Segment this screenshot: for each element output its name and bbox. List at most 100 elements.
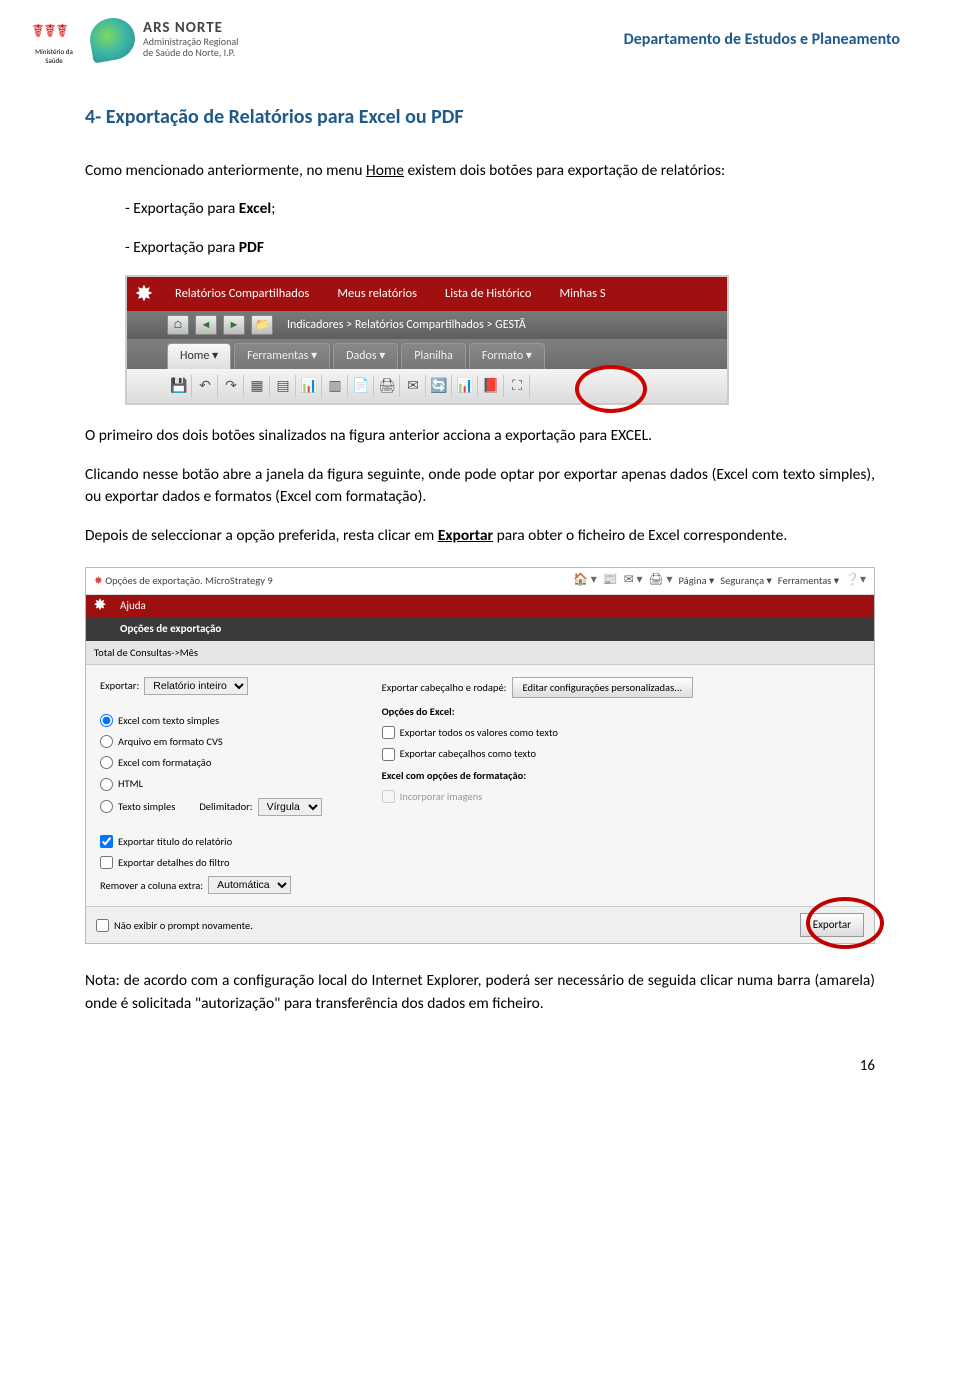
tab-formato[interactable]: Formato ▾ <box>469 343 545 369</box>
ie-mail-icon[interactable]: ✉ ▾ <box>624 572 643 589</box>
back-icon[interactable]: ◄ <box>195 315 217 335</box>
chk-incorporar[interactable]: Incorporar imagens <box>382 789 694 804</box>
chk-nao-exibir-input[interactable] <box>96 919 109 932</box>
document-content: 4- Exportação de Relatórios para Excel o… <box>0 73 960 1051</box>
radio-excel-simple[interactable]: Excel com texto simples <box>100 713 322 728</box>
ministerio-logo: Ministério da Saúde <box>30 15 78 63</box>
logos-block: Ministério da Saúde ARS NORTE Administra… <box>30 15 238 63</box>
refresh-icon[interactable]: 🔄 <box>427 375 452 397</box>
department-title: Departamento de Estudos e Planeamento <box>624 30 900 49</box>
ars-sub2: de Saúde do Norte, I.P. <box>143 47 238 58</box>
tab-planilha[interactable]: Planilha <box>401 343 466 369</box>
gridchart-icon[interactable]: ▥ <box>323 375 348 397</box>
tab-home[interactable]: Home ▾ <box>167 343 231 369</box>
redo-icon[interactable]: ↷ <box>219 375 244 397</box>
chk-incorporar-input <box>382 790 395 803</box>
delimitador-label: Delimitador: <box>199 799 252 814</box>
fullscreen-icon[interactable]: ⛶ <box>505 375 530 397</box>
export-pdf-icon[interactable]: 📕 <box>479 375 504 397</box>
print-icon[interactable]: 🖨 <box>375 375 400 397</box>
radio-texto-row: Texto simples Delimitador: Vírgula <box>100 798 322 816</box>
li1c: ; <box>271 199 275 218</box>
chk-nao-exibir-label: Não exibir o prompt novamente. <box>114 918 253 933</box>
exportar-select[interactable]: Relatório inteiro <box>144 677 248 695</box>
ie-seguranca[interactable]: Segurança ▾ <box>720 573 772 588</box>
tab-dados[interactable]: Dados ▾ <box>333 343 398 369</box>
li1a: - Exportação para <box>125 199 239 218</box>
undo-icon[interactable]: ↶ <box>193 375 218 397</box>
chk-cab-texto-label: Exportar cabeçalhos como texto <box>400 746 536 761</box>
radio-texto[interactable]: Texto simples <box>100 799 175 814</box>
menu-minhas[interactable]: Minhas S <box>545 285 619 303</box>
chart-icon[interactable]: 📊 <box>297 375 322 397</box>
p1-home: Home <box>366 161 404 180</box>
p1b: existem dois botões para exportação de r… <box>404 161 725 180</box>
favicon-icon: ✸ <box>94 574 103 587</box>
export-excel-icon[interactable]: 📊 <box>453 375 478 397</box>
browser-tab-bar: ✸ Opções de exportação. MicroStrategy 9 … <box>86 568 874 594</box>
forward-icon[interactable]: ► <box>223 315 245 335</box>
menu-relatorios-compart[interactable]: Relatórios Compartilhados <box>161 285 323 303</box>
export-list: - Exportação para Excel; - Exportação pa… <box>125 198 875 259</box>
dialog-bottom: Não exibir o prompt novamente. Exportar <box>86 906 874 943</box>
chk-titulo-input[interactable] <box>100 835 113 848</box>
nav-bar: ⌂ ◄ ► 📁 Indicadores > Relatórios Compart… <box>127 311 727 339</box>
radio-excel-fmt[interactable]: Excel com formatação <box>100 755 322 770</box>
grid-icon[interactable]: ▤ <box>271 375 296 397</box>
chk-detalhes[interactable]: Exportar detalhes do filtro <box>100 855 322 870</box>
chk-valores-texto[interactable]: Exportar todos os valores como texto <box>382 725 694 740</box>
radio-csv[interactable]: Arquivo em formato CVS <box>100 734 322 749</box>
ie-print-icon[interactable]: 🖨 ▾ <box>649 572 673 589</box>
ie-feeds-icon[interactable]: 📰 <box>603 572 618 589</box>
chk-valores-texto-input[interactable] <box>382 726 395 739</box>
list-item-excel: - Exportação para Excel; <box>125 198 875 220</box>
li1b: Excel <box>239 199 271 218</box>
radio-texto-input[interactable] <box>100 800 113 813</box>
paragraph-intro: Como mencionado anteriormente, no menu H… <box>85 160 875 182</box>
radio-excel-simple-input[interactable] <box>100 714 113 727</box>
remover-select[interactable]: Automática <box>208 876 291 894</box>
options-panel: Exportar: Relatório inteiro Excel com te… <box>86 665 874 906</box>
save-icon[interactable]: 💾 <box>167 375 192 397</box>
screenshot-export-dialog: ✸ Opções de exportação. MicroStrategy 9 … <box>85 567 875 944</box>
ajuda-link[interactable]: Ajuda <box>114 598 146 614</box>
ie-pagina[interactable]: Página ▾ <box>678 573 714 588</box>
browser-title-text: Opções de exportação. MicroStrategy 9 <box>105 574 272 587</box>
note-paragraph: Nota: de acordo com a configuração local… <box>85 970 875 1015</box>
menu-historico[interactable]: Lista de Histórico <box>431 285 545 303</box>
radio-excel-fmt-input[interactable] <box>100 756 113 769</box>
ie-ferramentas[interactable]: Ferramentas ▾ <box>778 573 839 588</box>
radio-html-input[interactable] <box>100 778 113 791</box>
paragraph-3: Clicando nesse botão abre a janela da fi… <box>85 464 875 509</box>
chk-titulo[interactable]: Exportar título do relatório <box>100 834 322 849</box>
radio-html-label: HTML <box>118 776 143 791</box>
highlight-circle-icon <box>575 365 647 413</box>
up-folder-icon[interactable]: 📁 <box>251 315 273 335</box>
chk-detalhes-input[interactable] <box>100 856 113 869</box>
cab-row: Exportar cabeçalho e rodapé: Editar conf… <box>382 677 694 698</box>
ie-help-icon[interactable]: ❔▾ <box>845 572 866 589</box>
chk-cab-texto[interactable]: Exportar cabeçalhos como texto <box>382 746 694 761</box>
p1a: Como mencionado anteriormente, no menu <box>85 161 366 180</box>
menu-meus-relatorios[interactable]: Meus relatórios <box>323 285 431 303</box>
doc-icon[interactable]: 📄 <box>349 375 374 397</box>
p4a: Depois de seleccionar a opção preferida,… <box>85 526 438 545</box>
ie-home-icon[interactable]: 🏠 ▾ <box>573 572 597 589</box>
home-icon[interactable]: ⌂ <box>167 315 189 335</box>
editar-config-button[interactable]: Editar configurações personalizadas... <box>512 677 694 698</box>
mail-icon[interactable]: ✉ <box>401 375 426 397</box>
delimitador-select[interactable]: Vírgula <box>258 798 322 816</box>
design-icon[interactable]: ▦ <box>245 375 270 397</box>
radio-csv-input[interactable] <box>100 735 113 748</box>
browser-command-bar: 🏠 ▾ 📰 ✉ ▾ 🖨 ▾ Página ▾ Segurança ▾ Ferra… <box>573 572 866 589</box>
tab-ferramentas[interactable]: Ferramentas ▾ <box>234 343 330 369</box>
chk-nao-exibir[interactable]: Não exibir o prompt novamente. <box>96 918 253 933</box>
radio-html[interactable]: HTML <box>100 776 322 791</box>
cab-label: Exportar cabeçalho e rodapé: <box>382 680 507 695</box>
left-column: Exportar: Relatório inteiro Excel com te… <box>100 677 322 894</box>
app-red-bar: ✸ Ajuda <box>86 595 874 617</box>
exportar-button[interactable]: Exportar <box>800 913 864 937</box>
app-logo-icon: ✸ <box>127 277 161 311</box>
chk-cab-texto-input[interactable] <box>382 748 395 761</box>
ars-text: ARS NORTE Administração Regional de Saúd… <box>143 20 238 59</box>
